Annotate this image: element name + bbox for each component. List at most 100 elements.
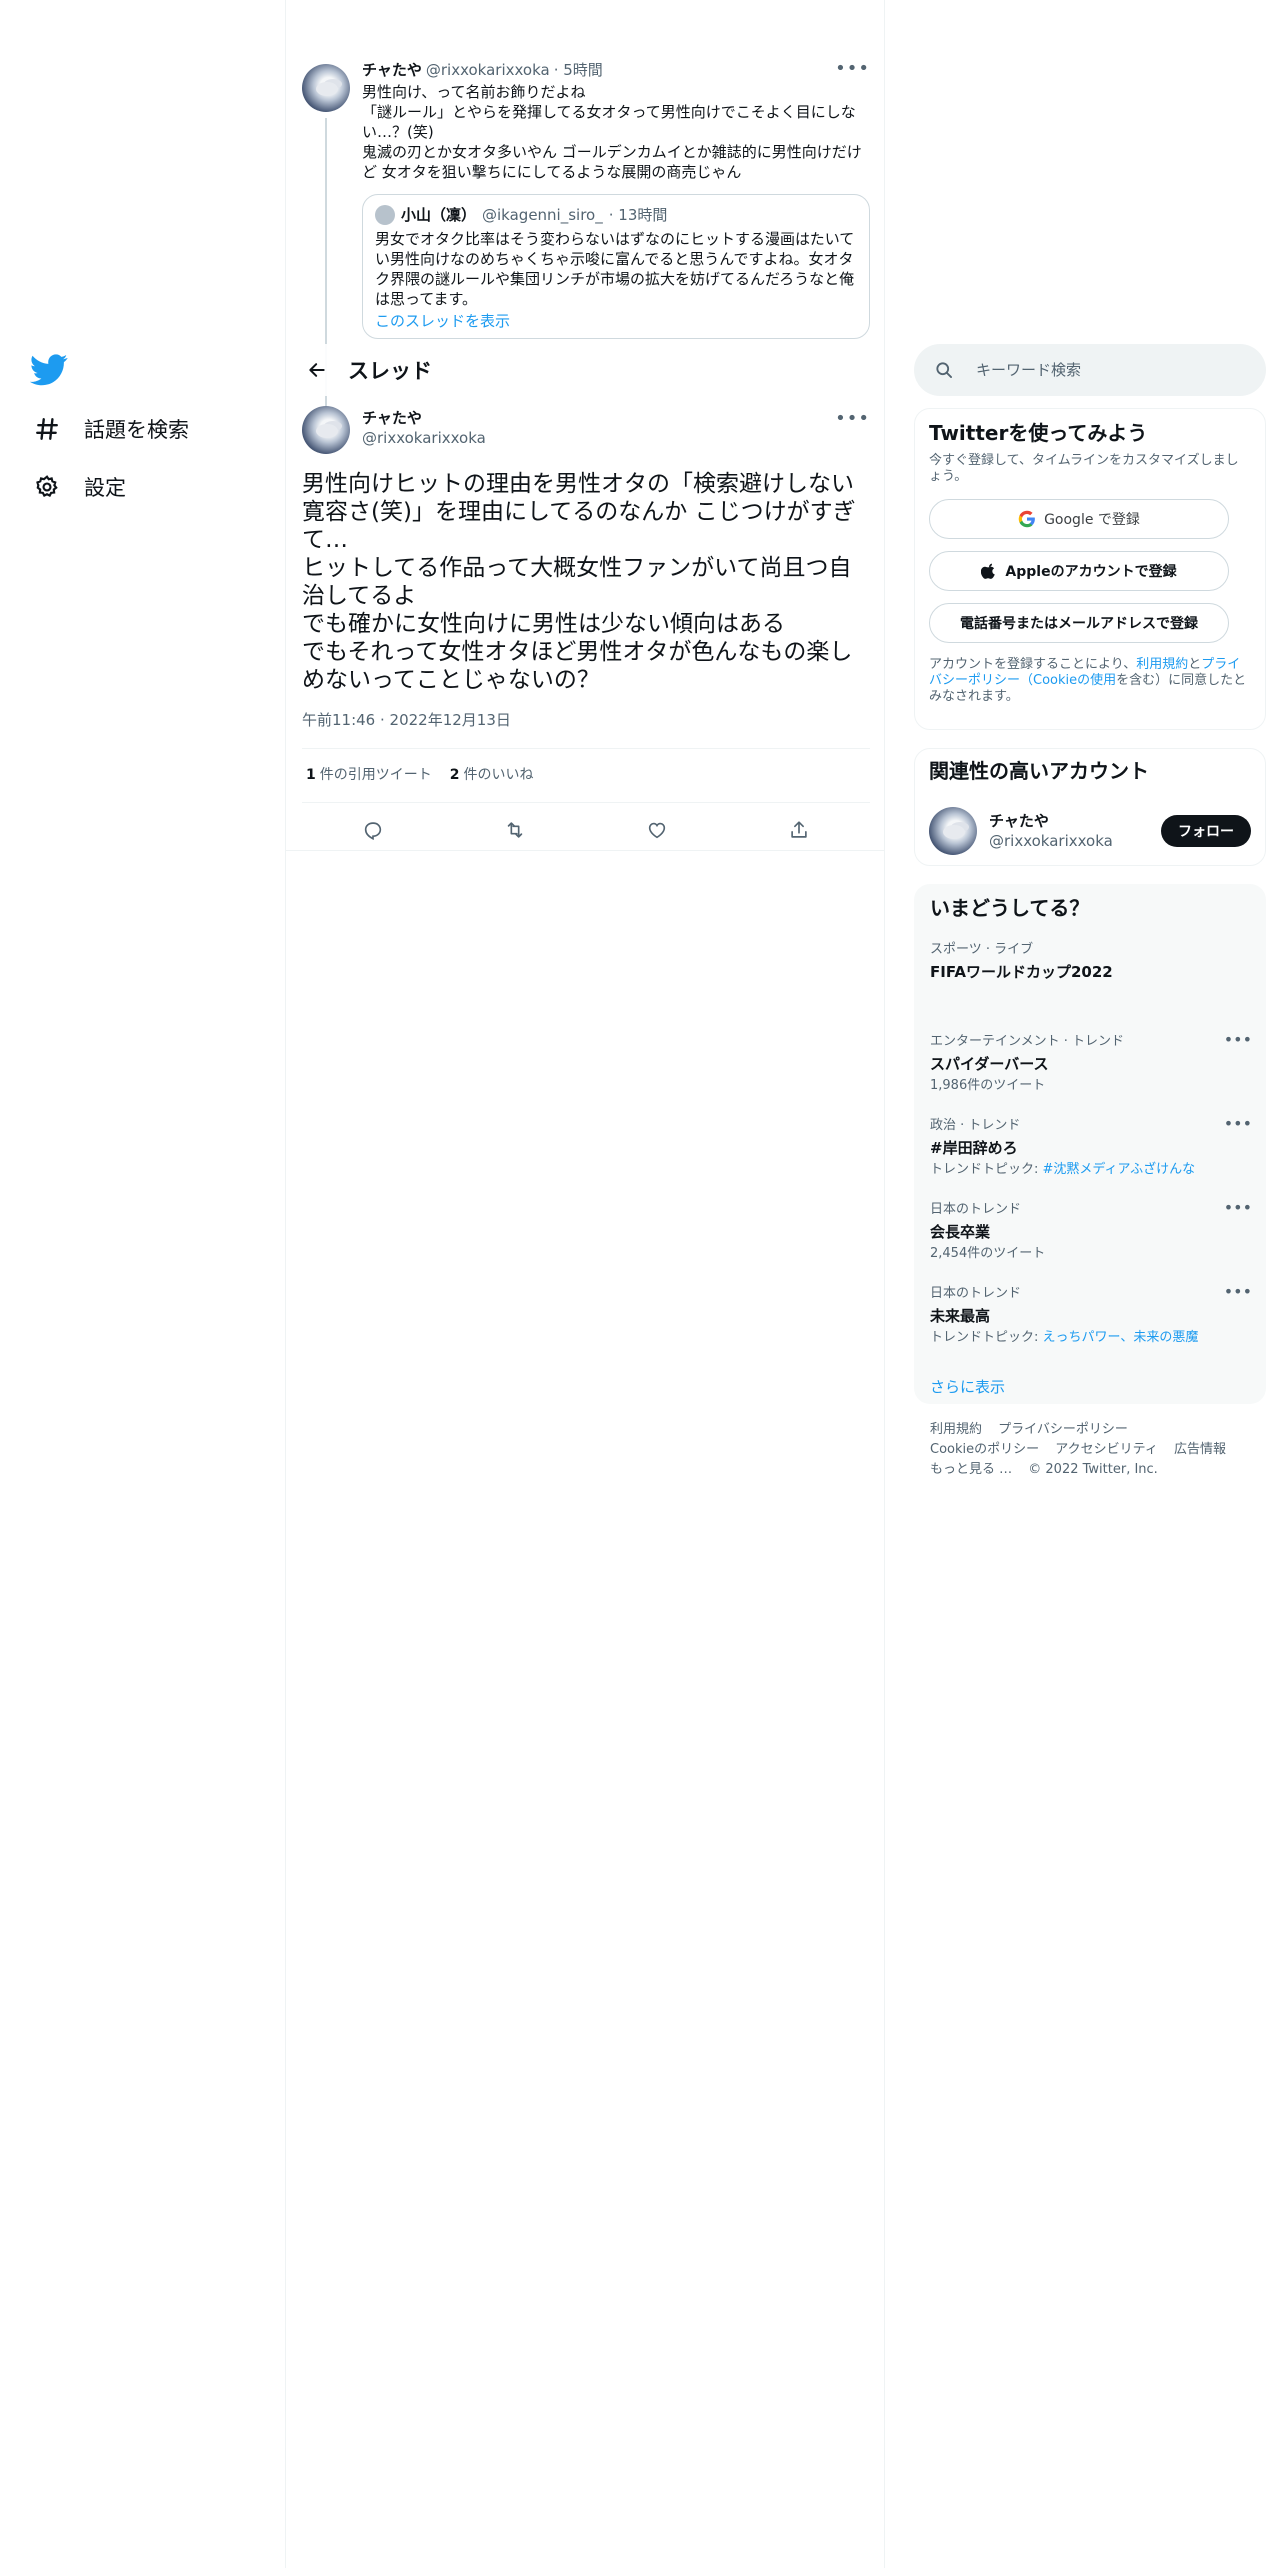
- trend-category: 政治 · トレンド: [930, 1118, 1021, 1133]
- quote-tweet-card[interactable]: 小山（凜） @ikagenni_siro_ · 13時間 男女でオタク比率はそう…: [362, 194, 870, 339]
- quote-author-handle: @ikagenni_siro_: [482, 206, 603, 224]
- trend-category: 日本のトレンド: [930, 1202, 1022, 1217]
- divider: [286, 850, 885, 851]
- trend-tweet-count: 2,454件のツイート: [930, 1246, 1046, 1261]
- apple-signup-button[interactable]: Appleのアカウントで登録: [929, 551, 1229, 591]
- signup-title: Twitterを使ってみよう: [929, 421, 1148, 445]
- nav-settings-label: 設定: [84, 476, 126, 500]
- trend-name: FIFAワールドカップ2022: [930, 963, 1113, 981]
- reply-icon[interactable]: [356, 813, 390, 847]
- related-account-name[interactable]: チャたや: [989, 811, 1113, 831]
- nav-explore-label: 話題を検索: [84, 418, 189, 442]
- likes-stat[interactable]: 2 件のいいね: [450, 764, 534, 784]
- trend-topic-link[interactable]: えっちパワー、未来の悪魔: [1043, 1330, 1199, 1345]
- footer-more-link[interactable]: もっと見る …: [930, 1462, 1012, 1477]
- tweet-stats: 1 件の引用ツイート 2 件のいいね: [306, 764, 534, 784]
- divider: [302, 748, 870, 749]
- footer-accessibility-link[interactable]: アクセシビリティ: [1055, 1442, 1158, 1457]
- trend-item[interactable]: スポーツ · ライブ FIFAワールドカップ2022: [914, 942, 1266, 982]
- tweet-text: 男性向け、って名前お飾りだよね 「謎ルール」とやらを発揮してる女オタって男性向け…: [362, 83, 862, 181]
- trend-item[interactable]: 政治 · トレンド ••• #岸田辞めろ トレンドトピック: #沈黙メディアふざ…: [914, 1116, 1266, 1178]
- show-thread-link[interactable]: このスレッドを表示: [375, 311, 857, 331]
- back-arrow-icon[interactable]: [300, 353, 334, 387]
- trend-name: 会長卒業: [930, 1223, 991, 1241]
- hashtag-icon: [30, 412, 64, 446]
- avatar[interactable]: [302, 406, 350, 454]
- related-account-row[interactable]: チャたや @rixxokarixxoka フォロー: [929, 805, 1251, 857]
- phone-email-signup-button[interactable]: 電話番号またはメールアドレスで登録: [929, 603, 1229, 643]
- footer-privacy-link[interactable]: プライバシーポリシー: [998, 1422, 1128, 1437]
- related-accounts-card: 関連性の高いアカウント チャたや @rixxokarixxoka フォロー: [914, 748, 1266, 866]
- retweet-icon[interactable]: [498, 813, 532, 847]
- google-signup-button[interactable]: Google で登録: [929, 499, 1229, 539]
- tweet-text: 男性向けヒットの理由を男性オタの「検索避けしない寛容さ(笑)」を理由にしてるのな…: [302, 471, 856, 693]
- trend-tweet-count: 1,986件のツイート: [930, 1078, 1046, 1093]
- more-options-icon[interactable]: •••: [1224, 1284, 1252, 1300]
- signup-legal-text: アカウントを登録することにより、利用規約とプライバシーポリシー（Cookieの使…: [929, 657, 1247, 704]
- trend-item[interactable]: エンターテインメント · トレンド ••• スパイダーバース 1,986件のツイ…: [914, 1032, 1266, 1094]
- quote-text: 男女でオタク比率はそう変わらないはずなのにヒットする漫画はたいてい男性向けなのめ…: [375, 230, 855, 308]
- trend-name: スパイダーバース: [930, 1055, 1049, 1073]
- trends-card: いまどうしてる？ スポーツ · ライブ FIFAワールドカップ2022 エンター…: [914, 884, 1266, 1404]
- like-icon[interactable]: [640, 813, 674, 847]
- twitter-logo-icon[interactable]: [29, 354, 68, 386]
- author-handle[interactable]: @rixxokarixxoka: [426, 60, 550, 80]
- more-options-icon[interactable]: •••: [835, 410, 870, 428]
- thread-header: スレッド: [286, 344, 884, 396]
- terms-link[interactable]: 利用規約: [1136, 657, 1188, 672]
- left-nav: 話題を検索 設定: [0, 0, 286, 2568]
- related-account-handle[interactable]: @rixxokarixxoka: [989, 831, 1113, 851]
- page-title: スレッド: [348, 359, 432, 383]
- search-bar[interactable]: [914, 344, 1266, 396]
- more-options-icon[interactable]: •••: [835, 60, 870, 78]
- phone-email-signup-label: 電話番号またはメールアドレスで登録: [960, 616, 1198, 632]
- related-title: 関連性の高いアカウント: [929, 759, 1149, 783]
- search-icon: [934, 360, 954, 380]
- trends-title: いまどうしてる？: [930, 896, 1090, 920]
- quote-time: · 13時間: [608, 206, 668, 224]
- cookie-link[interactable]: Cookieの使用: [1033, 673, 1116, 688]
- tweet-time[interactable]: · 5時間: [554, 60, 603, 80]
- author-name[interactable]: チャたや: [362, 408, 486, 428]
- follow-button[interactable]: フォロー: [1161, 815, 1251, 847]
- quote-author-name: 小山（凜）: [401, 206, 477, 224]
- signup-card: Twitterを使ってみよう 今すぐ登録して、タイムラインをカスタマイズしましょ…: [914, 408, 1266, 730]
- trend-item[interactable]: 日本のトレンド ••• 未来最高 トレンドトピック: えっちパワー、未来の悪魔: [914, 1284, 1266, 1346]
- footer-copyright: © 2022 Twitter, Inc.: [1028, 1462, 1158, 1477]
- trend-topic: トレンドトピック: #沈黙メディアふざけんな: [930, 1162, 1196, 1177]
- footer-cookie-link[interactable]: Cookieのポリシー: [930, 1442, 1039, 1457]
- nav-explore[interactable]: 話題を検索: [30, 412, 189, 446]
- trend-category: エンターテインメント · トレンド: [930, 1034, 1125, 1049]
- trend-item[interactable]: 日本のトレンド ••• 会長卒業 2,454件のツイート: [914, 1200, 1266, 1262]
- footer-terms-link[interactable]: 利用規約: [930, 1422, 982, 1437]
- more-options-icon[interactable]: •••: [1224, 1200, 1252, 1216]
- avatar[interactable]: [302, 64, 350, 112]
- apple-signup-label: Appleのアカウントで登録: [1005, 564, 1177, 580]
- trend-category: 日本のトレンド: [930, 1286, 1022, 1301]
- google-icon: [1018, 510, 1036, 528]
- trend-category: スポーツ · ライブ: [930, 942, 1034, 957]
- quote-tweets-stat[interactable]: 1 件の引用ツイート: [306, 764, 432, 784]
- show-more-link[interactable]: さらに表示: [914, 1376, 1266, 1397]
- trend-topic: トレンドトピック: えっちパワー、未来の悪魔: [930, 1330, 1199, 1345]
- footer-ads-link[interactable]: 広告情報: [1174, 1442, 1226, 1457]
- author-name[interactable]: チャたや: [362, 60, 422, 80]
- tweet-actions: [302, 812, 870, 848]
- footer: 利用規約 プライバシーポリシー Cookieのポリシー アクセシビリティ 広告情…: [930, 1420, 1260, 1480]
- divider: [302, 802, 870, 803]
- more-options-icon[interactable]: •••: [1224, 1116, 1252, 1132]
- share-icon[interactable]: [782, 813, 816, 847]
- nav-settings[interactable]: 設定: [30, 470, 126, 504]
- search-input[interactable]: [976, 361, 1236, 379]
- avatar[interactable]: [929, 807, 977, 855]
- main-column: チャたや @rixxokarixxoka · 5時間 ••• 男性向け、って名前…: [286, 0, 885, 2568]
- gear-icon: [30, 470, 64, 504]
- more-options-icon[interactable]: •••: [1224, 1032, 1252, 1048]
- author-handle[interactable]: @rixxokarixxoka: [362, 428, 486, 448]
- trend-name: 未来最高: [930, 1307, 991, 1325]
- quote-avatar: [375, 205, 395, 225]
- google-signup-label: Google で登録: [1044, 512, 1140, 528]
- tweet-timestamp[interactable]: 午前11:46 · 2022年12月13日: [302, 710, 511, 730]
- apple-icon: [981, 562, 997, 580]
- trend-topic-link[interactable]: #沈黙メディアふざけんな: [1043, 1162, 1196, 1177]
